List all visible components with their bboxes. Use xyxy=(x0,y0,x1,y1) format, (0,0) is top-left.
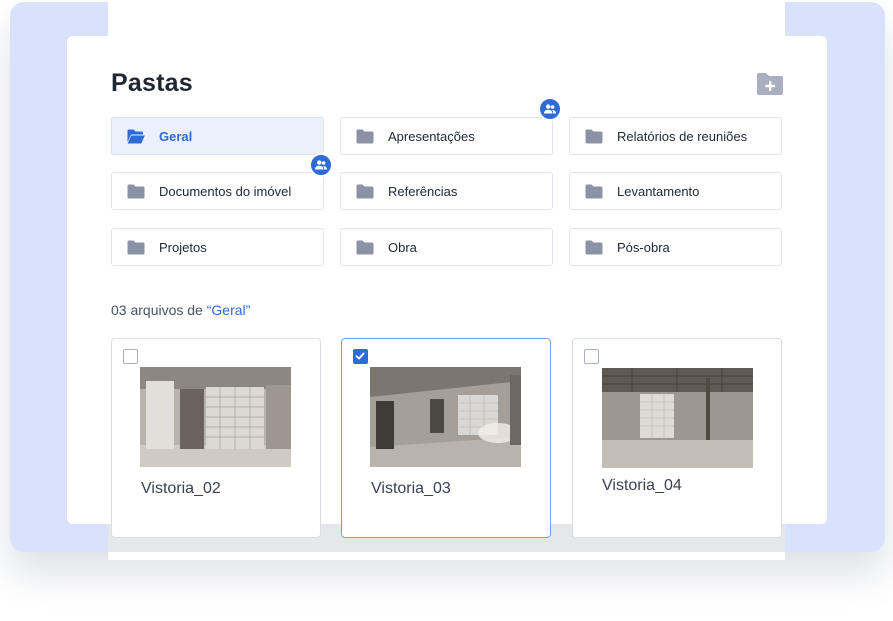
shared-users-badge xyxy=(538,97,562,121)
folder-label: Pós-obra xyxy=(617,240,670,255)
files-count-label: 03 arquivos de “Geral” xyxy=(111,302,250,318)
folder-icon xyxy=(356,184,374,199)
users-icon xyxy=(315,160,327,170)
folder-icon xyxy=(585,129,603,144)
folder-label: Levantamento xyxy=(617,184,700,199)
construction-photo-thumbnail xyxy=(602,368,753,468)
folder-icon xyxy=(585,184,603,199)
construction-photo-thumbnail xyxy=(370,367,521,467)
users-icon xyxy=(544,104,556,114)
folder-label: Projetos xyxy=(159,240,207,255)
shared-users-badge xyxy=(309,153,333,177)
check-icon xyxy=(355,352,365,360)
page-title: Pastas xyxy=(111,69,193,97)
file-card-vistoria-04[interactable]: Vistoria_04 xyxy=(572,338,782,538)
folder-label: Geral xyxy=(159,129,193,144)
folder-icon xyxy=(356,240,374,255)
file-card-vistoria-02[interactable]: Vistoria_02 xyxy=(111,338,321,538)
file-name: Vistoria_04 xyxy=(602,477,682,494)
folder-item-relatorios-de-reunioes[interactable]: Relatórios de reuniões xyxy=(569,117,782,155)
folder-item-documentos-do-imovel[interactable]: Documentos do imóvel xyxy=(111,172,324,210)
current-folder-name: “Geral” xyxy=(206,302,251,318)
folder-label: Documentos do imóvel xyxy=(159,184,292,199)
folder-item-pos-obra[interactable]: Pós-obra xyxy=(569,228,782,266)
folder-label: Referências xyxy=(388,184,458,199)
file-name: Vistoria_03 xyxy=(371,480,451,497)
file-checkbox[interactable] xyxy=(353,349,368,364)
file-checkbox[interactable] xyxy=(584,349,599,364)
folder-label: Obra xyxy=(388,240,417,255)
folder-label: Apresentações xyxy=(388,129,475,144)
folder-item-projetos[interactable]: Projetos xyxy=(111,228,324,266)
file-name: Vistoria_02 xyxy=(141,480,221,497)
folder-plus-icon xyxy=(757,73,783,95)
folder-item-apresentacoes[interactable]: Apresentações xyxy=(340,117,553,155)
folder-icon xyxy=(585,240,603,255)
folder-item-geral[interactable]: Geral xyxy=(111,117,324,155)
folder-icon xyxy=(127,240,145,255)
folder-icon xyxy=(127,184,145,199)
file-thumbnail xyxy=(370,367,521,467)
folder-item-referencias[interactable]: Referências xyxy=(340,172,553,210)
folder-open-icon xyxy=(127,129,145,144)
folder-item-obra[interactable]: Obra xyxy=(340,228,553,266)
files-count-text: 03 arquivos de xyxy=(111,302,203,318)
folder-item-levantamento[interactable]: Levantamento xyxy=(569,172,782,210)
new-folder-button[interactable] xyxy=(756,72,784,96)
file-checkbox[interactable] xyxy=(123,349,138,364)
construction-photo-thumbnail xyxy=(140,367,291,467)
folder-icon xyxy=(356,129,374,144)
file-card-vistoria-03[interactable]: Vistoria_03 xyxy=(341,338,551,538)
file-thumbnail xyxy=(602,368,753,468)
file-thumbnail xyxy=(140,367,291,467)
folder-label: Relatórios de reuniões xyxy=(617,129,748,144)
